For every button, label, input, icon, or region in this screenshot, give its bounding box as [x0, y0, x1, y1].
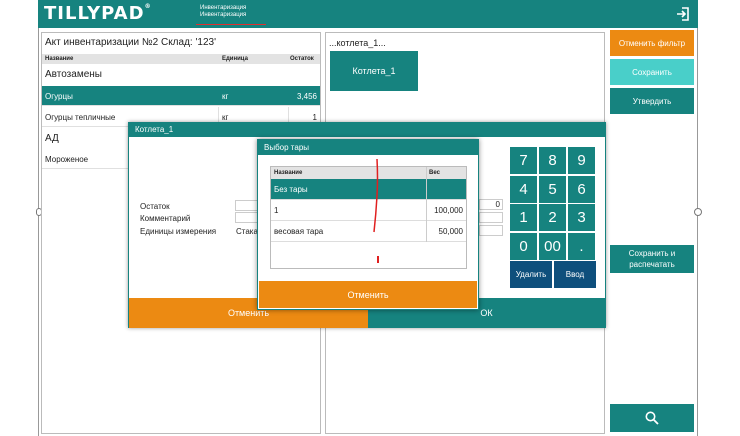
remain-input-left[interactable]	[235, 200, 259, 211]
unit-value[interactable]: Стака	[236, 227, 258, 236]
save-print-button[interactable]: Сохранить и распечатать	[610, 245, 694, 273]
tare-row[interactable]: 1 100,000	[271, 200, 466, 221]
key-7[interactable]: 7	[510, 147, 537, 174]
remain-input[interactable]: 0	[479, 199, 503, 210]
reset-filter-button[interactable]: Отменить фильтр	[610, 30, 694, 56]
col-qty: Остаток	[290, 56, 314, 62]
save-button[interactable]: Сохранить	[610, 59, 694, 85]
tare-dialog: Выбор тары Название Вес Без тары 1 100,0…	[257, 139, 479, 310]
key-9[interactable]: 9	[568, 147, 595, 174]
breadcrumb-line-1: Инвентаризация	[200, 5, 247, 11]
comment-input-left[interactable]	[235, 212, 259, 223]
search-icon	[645, 411, 659, 425]
key-8[interactable]: 8	[539, 147, 566, 174]
tare-cancel-button[interactable]: Отменить	[259, 281, 477, 308]
group-header[interactable]: Автозамены	[45, 69, 102, 80]
tare-table: Название Вес Без тары 1 100,000 весовая …	[270, 166, 467, 269]
search-query: ...котлета_1...	[329, 38, 386, 48]
tare-row[interactable]: весовая тара 50,000	[271, 221, 466, 242]
key-1[interactable]: 1	[510, 204, 537, 231]
col-unit: Единица	[222, 56, 248, 62]
col-tare-weight: Вес	[429, 170, 440, 176]
document-table-header: Название Единица Остаток	[42, 54, 320, 64]
right-edge-handle[interactable]	[694, 208, 702, 216]
tillypad-logo: TILLYPAD®	[44, 3, 152, 24]
approve-button[interactable]: Утвердить	[610, 88, 694, 114]
tare-dialog-title: Выбор тары	[258, 140, 478, 155]
key-00[interactable]: 00	[539, 233, 566, 260]
tare-table-header: Название Вес	[271, 167, 466, 179]
unit-label: Единицы измерения	[140, 227, 217, 236]
tare-row[interactable]: Без тары	[271, 179, 466, 200]
breadcrumb-underline	[196, 24, 266, 25]
comment-input[interactable]	[479, 212, 503, 223]
key-6[interactable]: 6	[568, 176, 595, 203]
breadcrumb-line-2: Инвентаризация	[200, 12, 247, 18]
col-tare-name: Название	[274, 170, 303, 176]
enter-button[interactable]: Ввод	[554, 261, 596, 288]
key-5[interactable]: 5	[539, 176, 566, 203]
comment-label: Комментарий	[140, 214, 191, 223]
search-button[interactable]	[610, 404, 694, 432]
item-tile[interactable]: Котлета_1	[330, 51, 418, 91]
unit-input[interactable]	[479, 225, 503, 236]
tare-column-separator	[426, 167, 427, 242]
key-2[interactable]: 2	[539, 204, 566, 231]
document-title: Акт инвентаризации №2 Склад: '123'	[45, 37, 216, 48]
exit-icon[interactable]	[676, 7, 690, 21]
key-decimal[interactable]: .	[568, 233, 595, 260]
breadcrumb[interactable]: Инвентаризация Инвентаризация	[200, 5, 246, 19]
delete-button[interactable]: Удалить	[510, 261, 552, 288]
item-dialog-title: Котлета_1	[129, 123, 605, 137]
key-3[interactable]: 3	[568, 204, 595, 231]
table-row[interactable]: Огурцы кг 3,456	[42, 86, 320, 106]
remain-label: Остаток	[140, 202, 170, 211]
key-4[interactable]: 4	[510, 176, 537, 203]
group-header[interactable]: АД	[45, 133, 59, 144]
key-0[interactable]: 0	[510, 233, 537, 260]
app-header: TILLYPAD® Инвентаризация Инвентаризация	[38, 0, 698, 28]
col-name: Название	[45, 56, 74, 62]
